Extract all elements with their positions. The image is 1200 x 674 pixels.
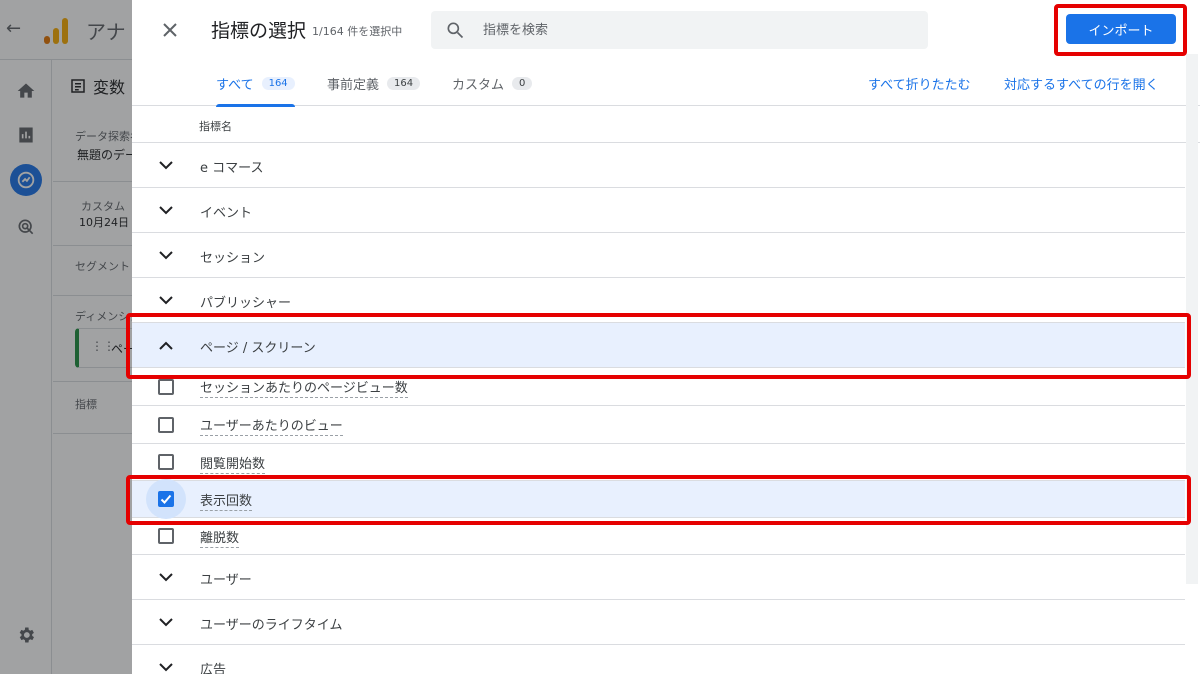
metric-checkbox[interactable] <box>158 379 174 395</box>
group-row-ads[interactable]: 広告 <box>132 645 1185 674</box>
tab-custom[interactable]: カスタム 0 <box>452 60 533 106</box>
tab-label: カスタム <box>452 77 505 93</box>
expand-all-rows-link[interactable]: 対応するすべての行を開く <box>1004 74 1159 93</box>
group-row-ecommerce[interactable]: e コマース <box>132 143 1185 188</box>
metric-search-box[interactable] <box>431 11 928 49</box>
tab-count-badge: 0 <box>512 76 533 90</box>
search-icon <box>447 22 464 39</box>
dialog-title: 指標の選択 <box>211 20 307 42</box>
tab-count-badge: 164 <box>387 76 421 90</box>
metric-checkbox[interactable] <box>158 528 174 544</box>
group-row-event[interactable]: イベント <box>132 188 1185 233</box>
close-icon[interactable] <box>158 18 182 42</box>
highlight-page-screen-group <box>126 313 1191 379</box>
group-row-user-lifetime[interactable]: ユーザーのライフタイム <box>132 600 1185 645</box>
tab-predefined[interactable]: 事前定義 164 <box>327 60 421 106</box>
metric-item-views-per-user[interactable]: ユーザーあたりのビュー <box>132 406 1185 444</box>
chevron-down-icon[interactable] <box>156 200 176 220</box>
tab-count-badge: 164 <box>261 76 295 90</box>
group-label: e コマース <box>200 161 264 176</box>
chevron-down-icon[interactable] <box>156 612 176 632</box>
group-label: ユーザーのライフタイム <box>200 618 343 633</box>
highlight-import-button <box>1054 4 1187 56</box>
metric-label: 離脱数 <box>200 527 240 548</box>
column-header: 指標名 <box>132 106 1200 143</box>
metric-checkbox[interactable] <box>158 454 174 470</box>
group-row-session[interactable]: セッション <box>132 233 1185 278</box>
metric-label: 閲覧開始数 <box>200 453 266 474</box>
group-label: 広告 <box>200 663 227 674</box>
selection-count: 1/164 件を選択中 <box>312 25 403 38</box>
chevron-down-icon[interactable] <box>156 290 176 310</box>
tab-label: すべて <box>216 77 254 93</box>
group-label: セッション <box>200 251 266 266</box>
group-label: パブリッシャー <box>200 296 292 311</box>
metric-label: セッションあたりのページビュー数 <box>200 377 408 398</box>
collapse-all-link[interactable]: すべて折りたたむ <box>868 74 971 93</box>
group-row-user[interactable]: ユーザー <box>132 555 1185 600</box>
column-header-label: 指標名 <box>199 120 232 133</box>
highlight-views-metric <box>126 475 1191 525</box>
tab-all[interactable]: すべて 164 <box>216 60 295 107</box>
search-input[interactable] <box>483 11 913 49</box>
chevron-down-icon[interactable] <box>156 657 176 674</box>
tab-label: 事前定義 <box>327 77 380 93</box>
group-label: イベント <box>200 206 253 221</box>
chevron-down-icon[interactable] <box>156 567 176 587</box>
chevron-down-icon[interactable] <box>156 155 176 175</box>
metric-checkbox[interactable] <box>158 417 174 433</box>
metric-label: ユーザーあたりのビュー <box>200 415 343 436</box>
group-label: ユーザー <box>200 573 252 588</box>
chevron-down-icon[interactable] <box>156 245 176 265</box>
